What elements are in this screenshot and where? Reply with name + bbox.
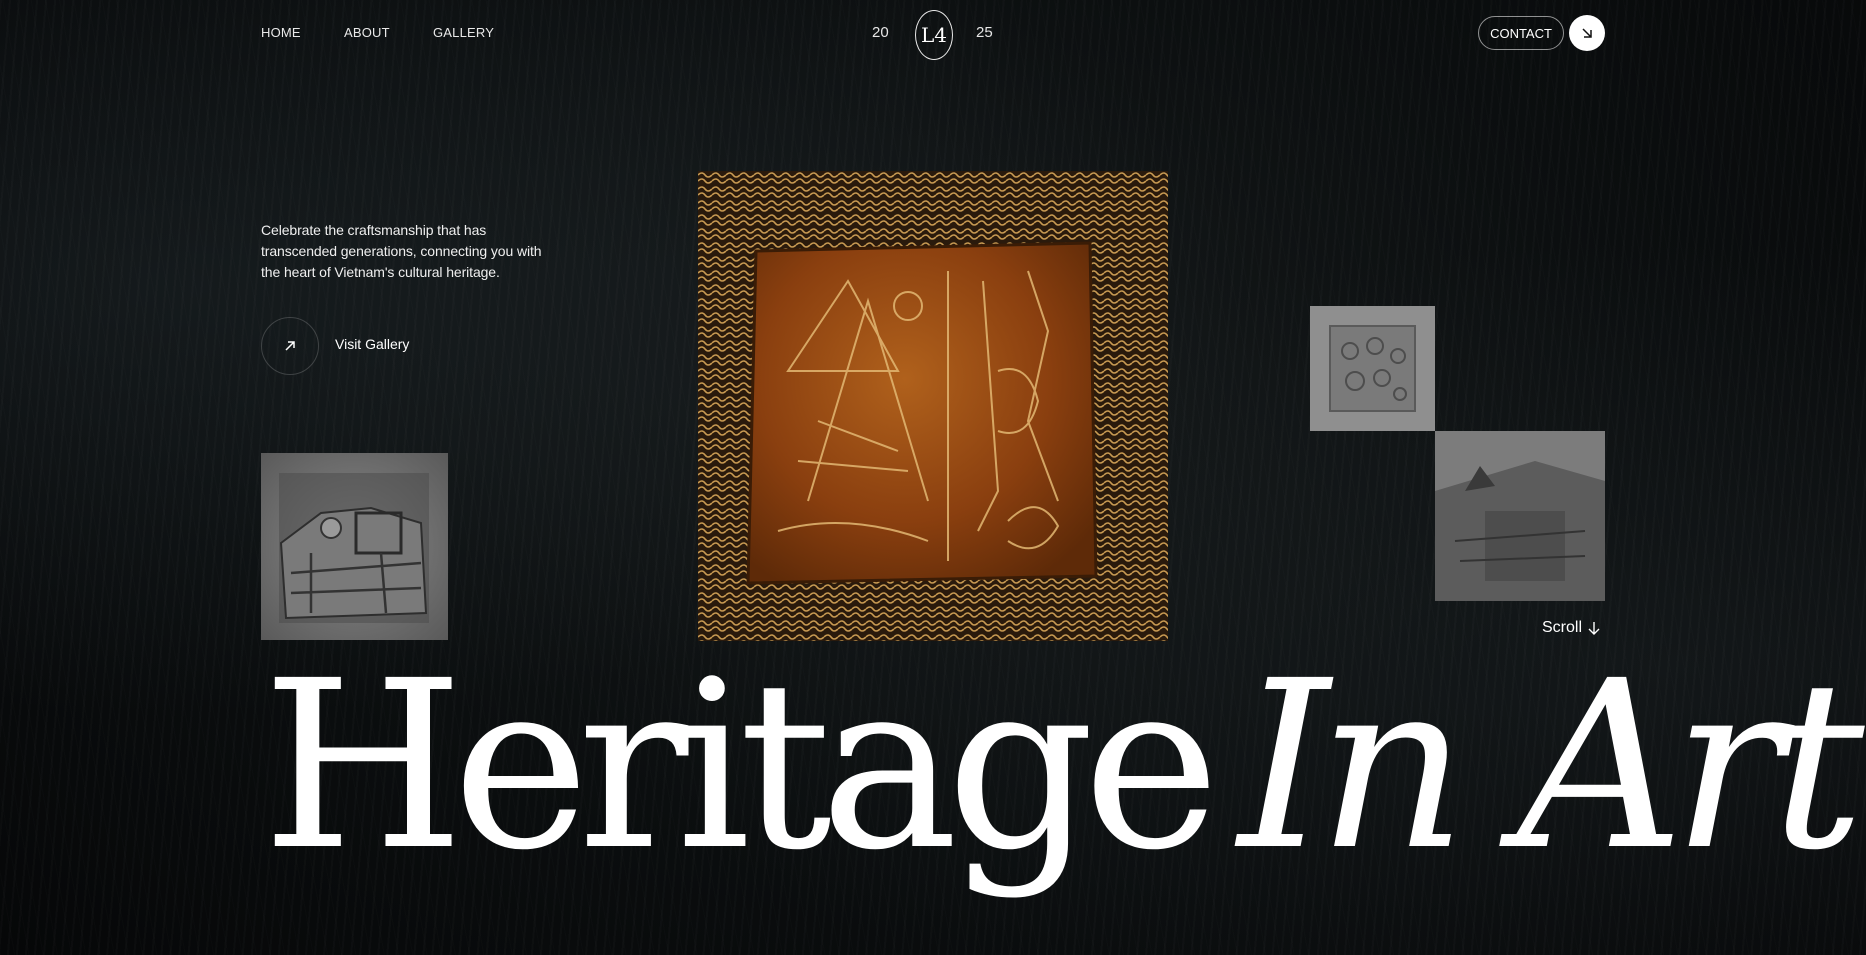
artwork-thumbnail-top-right[interactable] (1310, 306, 1435, 431)
contact-button[interactable]: CONTACT (1478, 16, 1564, 50)
nav-home[interactable]: HOME (261, 25, 301, 40)
arrow-down-right-icon[interactable] (1569, 15, 1605, 51)
visit-gallery-label[interactable]: Visit Gallery (335, 336, 409, 352)
year-right: 25 (976, 24, 993, 41)
featured-artwork[interactable] (698, 171, 1168, 641)
tagline: Celebrate the craftsmanship that has tra… (261, 222, 542, 280)
nav-gallery[interactable]: GALLERY (433, 25, 494, 40)
visit-gallery-button[interactable] (261, 317, 319, 375)
artwork-thumbnail-bottom-right[interactable] (1435, 431, 1605, 601)
hero-title: Heritage In Art (262, 650, 1865, 882)
year-left: 20 (872, 24, 889, 41)
artwork-thumbnail-left[interactable] (261, 453, 448, 640)
arrow-up-right-icon (285, 341, 295, 351)
logo[interactable]: L4 (915, 10, 953, 60)
nav-about[interactable]: ABOUT (344, 25, 390, 40)
hero-word-regular: Heritage (262, 631, 1220, 901)
hero-word-italic: In Art (1238, 631, 1864, 901)
